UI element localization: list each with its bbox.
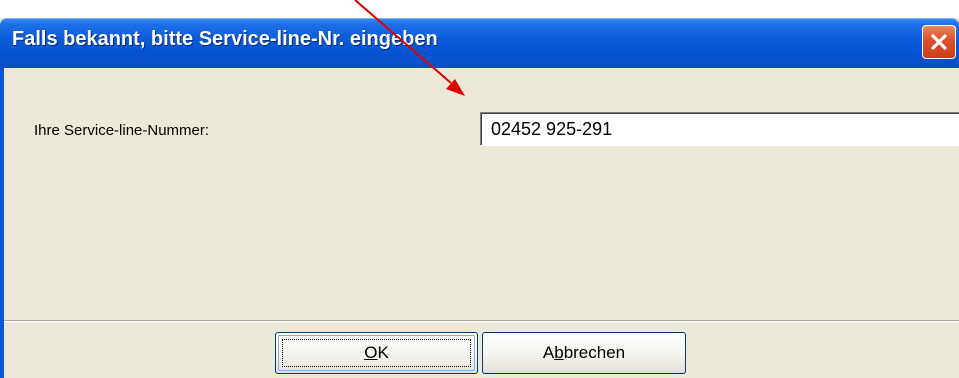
ok-button-label: OK [364,343,389,362]
service-line-label: Ihre Service-line-Nummer: [34,122,210,139]
dialog-body: Ihre Service-line-Nummer: 02452 925-291 … [4,68,959,378]
focus-rectangle [282,339,471,367]
title-bar[interactable]: Falls bekannt, bitte Service-line-Nr. ei… [0,18,959,68]
dialog-title: Falls bekannt, bitte Service-line-Nr. ei… [12,28,438,50]
dialog-window: Falls bekannt, bitte Service-line-Nr. ei… [0,18,959,378]
service-line-input[interactable]: 02452 925-291 [480,112,959,146]
close-button[interactable] [922,25,956,59]
cancel-button-label: Abbrechen [542,343,626,362]
close-icon [931,34,947,50]
separator [4,320,959,322]
ok-button[interactable]: OK [275,332,478,374]
cancel-button[interactable]: Abbrechen [482,332,686,374]
